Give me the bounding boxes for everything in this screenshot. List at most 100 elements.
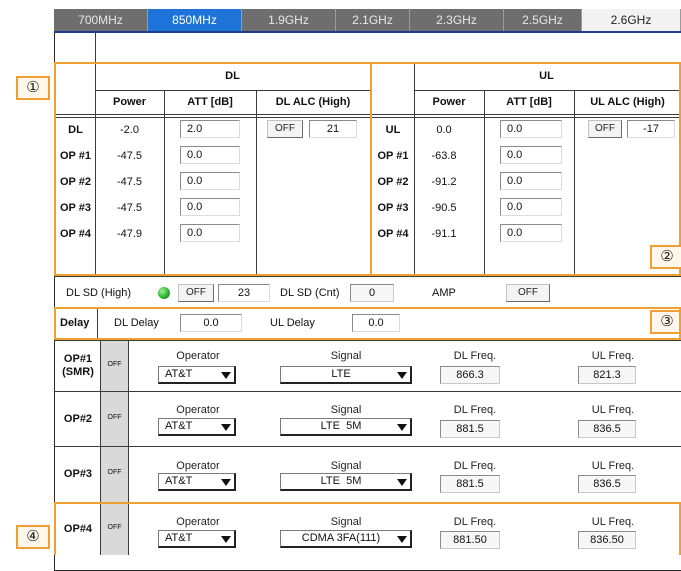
ul-alc-value-input[interactable]: -17: [627, 120, 675, 138]
op2-ul-freq: 836.5: [578, 420, 636, 438]
ul-row-power: -91.1: [431, 228, 457, 240]
chevron-down-icon: [221, 424, 231, 431]
dl-alc-value-input[interactable]: 21: [309, 120, 357, 138]
operator-header: Operator: [176, 350, 220, 362]
ul-freq-header: UL Freq.: [591, 350, 635, 362]
op4-signal-select[interactable]: CDMA 3FA(111): [280, 530, 412, 548]
grid-line: [97, 309, 98, 338]
chevron-down-icon: [397, 479, 407, 486]
ul-att-input[interactable]: 0.0: [500, 146, 562, 164]
amp-label: AMP: [432, 287, 456, 299]
off-button-label: OFF: [107, 361, 122, 368]
ul-att-input[interactable]: 0.0: [500, 172, 562, 190]
dl-section-highlight: [54, 62, 372, 276]
select-value: LTE 5M: [320, 475, 362, 487]
tab-2-5ghz[interactable]: 2.5GHz: [504, 9, 582, 31]
dl-att-input[interactable]: 0.0: [180, 146, 240, 164]
tab-700mhz[interactable]: 700MHz: [54, 9, 148, 31]
grid-line: [372, 114, 679, 115]
op4-off-button[interactable]: OFF: [101, 504, 128, 555]
op1-signal-select[interactable]: LTE: [280, 366, 412, 384]
ul-row-label: OP #3: [377, 202, 409, 214]
dl-att-input[interactable]: 0.0: [180, 224, 240, 242]
signal-header: Signal: [330, 516, 362, 528]
ul-alc-off-button[interactable]: OFF: [588, 120, 622, 138]
dl-row-power: -2.0: [120, 124, 139, 136]
op2-off-button[interactable]: OFF: [101, 392, 128, 446]
ul-att-header: ATT [dB]: [506, 96, 552, 108]
op1-off-button[interactable]: OFF: [101, 341, 128, 391]
select-value: AT&T: [165, 475, 193, 487]
ul-row-power: -63.8: [431, 150, 457, 162]
grid-line: [54, 276, 681, 277]
dl-row-power: -47.5: [116, 176, 143, 188]
ul-freq-header: UL Freq.: [591, 516, 635, 528]
ul-delay-input[interactable]: 0.0: [352, 314, 400, 332]
badge-1: ①: [16, 76, 50, 100]
amp-off-button[interactable]: OFF: [506, 284, 550, 302]
ul-section-highlight: [370, 62, 681, 276]
op3-signal-select[interactable]: LTE 5M: [280, 473, 412, 491]
dl-att-input[interactable]: 0.0: [180, 172, 240, 190]
dl-att-input[interactable]: 2.0: [180, 120, 240, 138]
dl-sd-off-button[interactable]: OFF: [178, 284, 214, 302]
dl-row-power: -47.5: [116, 202, 143, 214]
op3-off-button[interactable]: OFF: [101, 447, 128, 502]
ul-delay-label: UL Delay: [270, 317, 315, 329]
select-value: AT&T: [165, 420, 193, 432]
op2-signal-select[interactable]: LTE 5M: [280, 418, 412, 436]
tab-2-1ghz[interactable]: 2.1GHz: [336, 9, 410, 31]
ul-att-input[interactable]: 0.0: [500, 120, 562, 138]
select-value: LTE: [331, 368, 351, 380]
op3-operator-select[interactable]: AT&T: [158, 473, 236, 491]
select-value: AT&T: [165, 368, 193, 380]
grid-line: [54, 446, 681, 447]
select-value: AT&T: [165, 532, 193, 544]
tab-1-9ghz[interactable]: 1.9GHz: [242, 9, 336, 31]
dl-row-label: OP #4: [60, 228, 91, 240]
select-value: CDMA 3FA(111): [301, 532, 381, 544]
off-button-label: OFF: [107, 469, 122, 476]
ul-freq-header: UL Freq.: [591, 404, 635, 416]
grid-line: [372, 117, 679, 118]
signal-header: Signal: [330, 404, 362, 416]
op1-operator-select[interactable]: AT&T: [158, 366, 236, 384]
tab-underline: [54, 31, 681, 33]
ul-att-input[interactable]: 0.0: [500, 224, 562, 242]
ul-title: UL: [539, 70, 554, 82]
op4-operator-select[interactable]: AT&T: [158, 530, 236, 548]
status-led-icon: [158, 287, 170, 299]
ul-row-label: OP #4: [377, 228, 409, 240]
operator-name: OP#3: [63, 468, 93, 480]
tab-2-6ghz[interactable]: 2.6GHz: [582, 9, 681, 31]
badge-4: ④: [16, 525, 50, 549]
delay-label: Delay: [60, 317, 90, 329]
operator-sub: (SMR): [62, 366, 94, 378]
chevron-down-icon: [397, 372, 407, 379]
dl-sd-cnt-value: 0: [350, 284, 394, 302]
op2-dl-freq: 881.5: [440, 420, 500, 438]
dl-sd-cnt-label: DL SD (Cnt): [280, 287, 340, 299]
ul-row-label: UL: [385, 124, 401, 136]
tab-850mhz[interactable]: 850MHz: [148, 9, 242, 31]
dl-sd-high-input[interactable]: 23: [218, 284, 270, 302]
op4-ul-freq: 836.50: [578, 531, 636, 549]
badge-2: ②: [650, 245, 681, 269]
operator-name: OP#1: [63, 353, 93, 365]
op2-operator-select[interactable]: AT&T: [158, 418, 236, 436]
grid-line: [414, 90, 679, 91]
dl-row-label: OP #3: [60, 202, 91, 214]
grid-line: [95, 90, 370, 91]
dl-att-input[interactable]: 0.0: [180, 198, 240, 216]
ul-freq-header: UL Freq.: [591, 460, 635, 472]
dl-freq-header: DL Freq.: [453, 350, 497, 362]
op1-dl-freq: 866.3: [440, 366, 500, 384]
dl-alc-off-button[interactable]: OFF: [267, 120, 303, 138]
dl-delay-input[interactable]: 0.0: [180, 314, 242, 332]
ul-row-label: OP #2: [377, 176, 409, 188]
ul-att-input[interactable]: 0.0: [500, 198, 562, 216]
tab-2-3ghz[interactable]: 2.3GHz: [410, 9, 504, 31]
dl-sd-high-label: DL SD (High): [66, 287, 131, 299]
select-value: LTE 5M: [320, 420, 362, 432]
dl-row-power: -47.9: [116, 228, 143, 240]
